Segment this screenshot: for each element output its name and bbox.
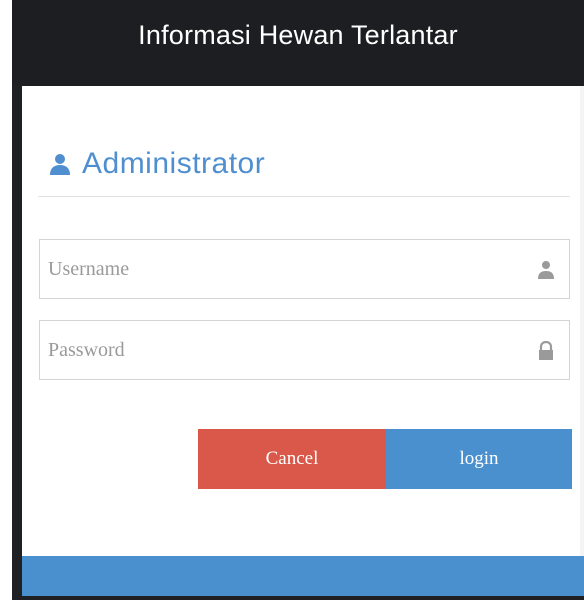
screen: Informasi Hewan Terlantar Administrator xyxy=(0,0,584,600)
lock-icon xyxy=(537,340,555,361)
scrollbar-track xyxy=(580,86,584,556)
username-field[interactable] xyxy=(39,239,570,299)
panel-heading: Administrator xyxy=(48,144,265,184)
username-input[interactable] xyxy=(40,240,520,298)
password-input[interactable] xyxy=(40,321,520,379)
panel-heading-label: Administrator xyxy=(82,147,266,180)
heading-divider xyxy=(38,196,570,197)
modal-footer xyxy=(22,556,584,596)
modal-body: Administrator Username Cancel login xyxy=(22,86,584,556)
modal-bottom-border xyxy=(12,596,584,600)
password-field[interactable] xyxy=(39,320,570,380)
cancel-button[interactable]: Cancel xyxy=(198,429,386,489)
user-icon xyxy=(537,260,555,280)
user-icon xyxy=(48,152,72,176)
modal-header: Informasi Hewan Terlantar xyxy=(12,0,584,86)
login-button[interactable]: login xyxy=(386,429,572,489)
modal-title: Informasi Hewan Terlantar xyxy=(138,20,458,50)
login-modal: Informasi Hewan Terlantar Administrator xyxy=(12,0,584,600)
